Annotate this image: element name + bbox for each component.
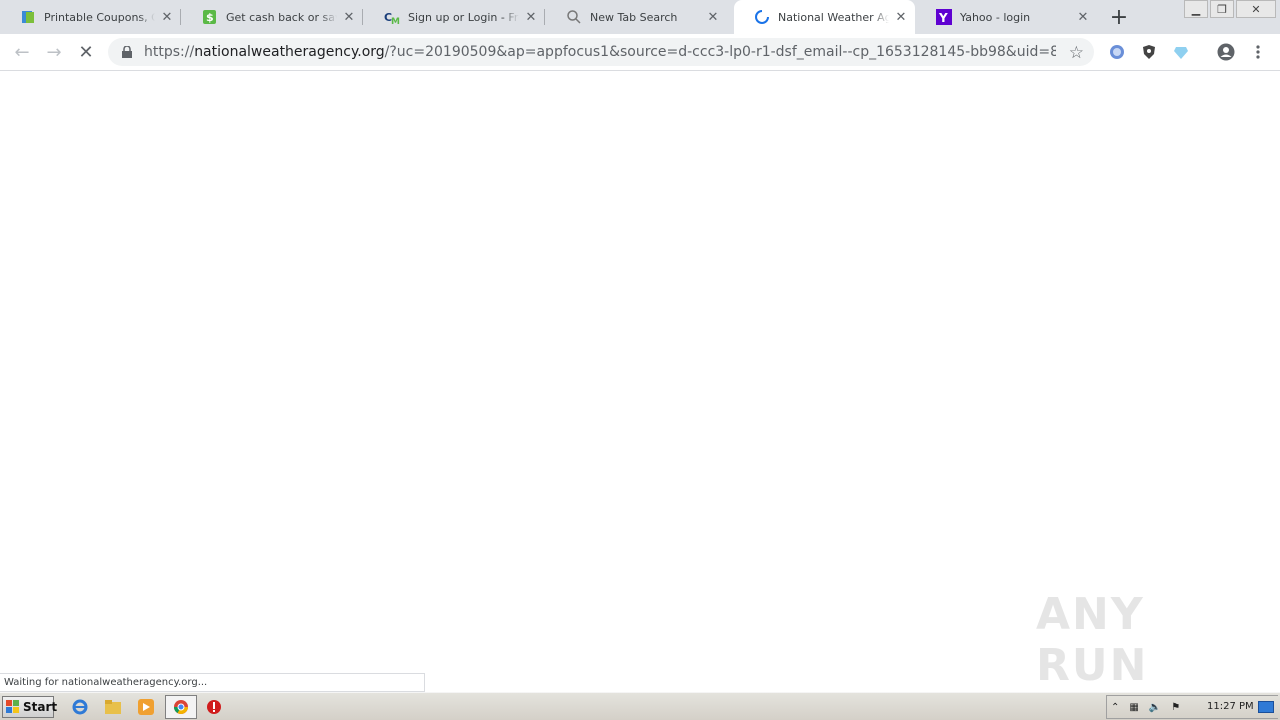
flag-icon[interactable]: ⚑	[1171, 702, 1180, 713]
globe-extension-icon[interactable]	[1107, 42, 1127, 62]
volume-icon[interactable]: 🔈	[1149, 702, 1161, 713]
back-button[interactable]: ←	[10, 40, 34, 64]
tab-yahoo[interactable]: Y Yahoo - login ✕	[916, 0, 1097, 34]
profile-icon[interactable]	[1216, 42, 1236, 62]
svg-text:$: $	[206, 11, 214, 24]
tab-national-weather[interactable]: National Weather Agenc ✕	[734, 0, 915, 34]
url-rest: /?uc=20190509&ap=appfocus1&source=d-ccc3…	[384, 44, 1056, 60]
bookmark-star-icon[interactable]: ☆	[1069, 43, 1084, 63]
diamond-extension-icon[interactable]	[1171, 42, 1191, 62]
status-bubble: Waiting for nationalweatheragency.org...	[0, 673, 425, 692]
restore-button[interactable]: ❐	[1210, 0, 1234, 18]
chrome-icon	[172, 698, 190, 716]
start-button[interactable]: Start	[2, 696, 58, 718]
tab-newtab-search[interactable]: New Tab Search ✕	[546, 0, 727, 34]
tab-title: New Tab Search	[590, 10, 678, 24]
stop-sign-icon[interactable]	[205, 698, 223, 716]
close-icon[interactable]: ✕	[341, 9, 357, 25]
show-hidden-icons-icon[interactable]: ⌃	[1111, 702, 1119, 713]
tab-title: National Weather Agenc	[778, 10, 889, 24]
tab-cashback[interactable]: $ Get cash back or save at ✕	[182, 0, 363, 34]
url-text: https://nationalweatheragency.org/?uc=20…	[144, 44, 1056, 60]
tab-signup[interactable]: CM Sign up or Login - Free C ✕	[364, 0, 545, 34]
network-icon[interactable]: ▦	[1129, 702, 1138, 713]
shield-extension-icon[interactable]	[1139, 42, 1159, 62]
close-icon[interactable]: ✕	[893, 9, 909, 25]
yahoo-icon: Y	[936, 9, 952, 25]
tab-coupons[interactable]: Printable Coupons, Groc ✕	[0, 0, 181, 34]
tab-title: Yahoo - login	[960, 10, 1031, 24]
new-tab-button[interactable]: +	[1108, 5, 1130, 30]
window-controls: ▁ ❐ ✕	[1182, 0, 1276, 18]
folder-icon[interactable]	[104, 698, 122, 716]
url-host: nationalweatheragency.org	[194, 44, 385, 60]
taskbar: Start ⌃ ▦ 🔈 ⚑ 11:27 PM	[0, 692, 1280, 720]
tab-title: Sign up or Login - Free C	[408, 10, 519, 24]
lock-icon[interactable]	[120, 45, 134, 59]
forward-button[interactable]: →	[42, 40, 66, 64]
media-player-icon[interactable]	[137, 698, 155, 716]
close-icon[interactable]: ✕	[523, 9, 539, 25]
tab-title: Printable Coupons, Groc	[44, 10, 155, 24]
cm-icon: CM	[384, 9, 400, 25]
browser-window: Printable Coupons, Groc ✕ $ Get cash bac…	[0, 0, 1280, 692]
svg-text:Y: Y	[938, 11, 948, 25]
close-icon[interactable]: ✕	[159, 9, 175, 25]
address-bar[interactable]: https://nationalweatheragency.org/?uc=20…	[108, 38, 1094, 66]
minimize-button[interactable]: ▁	[1184, 0, 1208, 18]
loading-icon	[754, 9, 770, 25]
start-label: Start	[23, 700, 58, 714]
windows-logo-icon	[6, 700, 20, 714]
dollar-icon: $	[202, 9, 218, 25]
url-scheme: https://	[144, 44, 195, 60]
tab-title: Get cash back or save at	[226, 10, 337, 24]
tab-strip: Printable Coupons, Groc ✕ $ Get cash bac…	[0, 0, 1280, 34]
close-icon[interactable]: ✕	[1075, 9, 1091, 25]
close-window-button[interactable]: ✕	[1236, 0, 1276, 18]
toolbar: ← → ✕ https://nationalweatheragency.org/…	[0, 34, 1280, 71]
internet-explorer-icon[interactable]	[71, 698, 89, 716]
menu-kebab-icon[interactable]	[1248, 42, 1268, 62]
coupons-icon	[20, 9, 36, 25]
close-icon[interactable]: ✕	[705, 9, 721, 25]
clock[interactable]: 11:27 PM	[1207, 701, 1254, 712]
stop-button[interactable]: ✕	[74, 40, 98, 64]
svg-text:M: M	[391, 17, 400, 25]
show-desktop-icon[interactable]	[1258, 701, 1274, 713]
watermark: ANY RUN	[1036, 589, 1149, 691]
search-icon	[566, 9, 582, 25]
